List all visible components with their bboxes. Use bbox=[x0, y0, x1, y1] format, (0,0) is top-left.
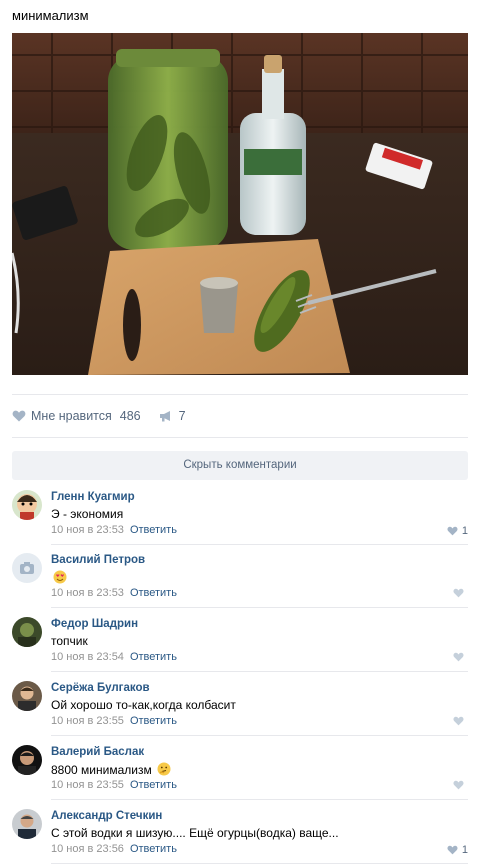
comment-text: 8800 минимализм bbox=[51, 762, 171, 777]
camera-icon bbox=[12, 553, 42, 583]
comment-like-button[interactable] bbox=[453, 780, 468, 790]
comment-author[interactable]: Федор Шадрин bbox=[51, 618, 138, 630]
cartoon-avatar-icon bbox=[12, 490, 42, 520]
avatar[interactable] bbox=[12, 809, 42, 839]
comment-meta: 10 ноя в 23:55 Ответить bbox=[51, 779, 177, 791]
heart-icon bbox=[453, 588, 464, 598]
comment-author[interactable]: Валерий Баслак bbox=[51, 746, 144, 758]
post-actions: Мне нравится 486 7 bbox=[12, 406, 186, 426]
heart-icon bbox=[453, 652, 464, 662]
comment-text: топчик bbox=[51, 634, 88, 648]
comment-author[interactable]: Василий Петров bbox=[51, 554, 145, 566]
heart-icon bbox=[453, 716, 464, 726]
comment-date[interactable]: 10 ноя в 23:55 bbox=[51, 779, 124, 791]
divider bbox=[51, 671, 468, 672]
comment-like-count: 1 bbox=[461, 525, 468, 537]
comment-text: Э - экономия bbox=[51, 507, 124, 521]
avatar[interactable] bbox=[12, 681, 42, 711]
photo-avatar-icon bbox=[12, 745, 42, 775]
comment-like-button[interactable] bbox=[453, 716, 468, 726]
comment-author[interactable]: Гленн Куагмир bbox=[51, 491, 135, 503]
hide-comments-button[interactable]: Скрыть комментарии bbox=[12, 451, 468, 480]
comment-meta: 10 ноя в 23:55 Ответить bbox=[51, 715, 177, 727]
post-photo[interactable] bbox=[12, 33, 468, 375]
divider bbox=[51, 735, 468, 736]
comment-like-button[interactable]: 1 bbox=[447, 844, 468, 856]
avatar[interactable] bbox=[12, 553, 42, 583]
avatar[interactable] bbox=[12, 617, 42, 647]
reply-button[interactable]: Ответить bbox=[130, 651, 177, 663]
reply-button[interactable]: Ответить bbox=[130, 587, 177, 599]
comment-like-count: 1 bbox=[461, 844, 468, 856]
divider bbox=[51, 799, 468, 800]
comment-date[interactable]: 10 ноя в 23:56 bbox=[51, 843, 124, 855]
comment-meta: 10 ноя в 23:53 Ответить bbox=[51, 524, 177, 536]
comment: Александр Стечкин С этой водки я шизую..… bbox=[12, 809, 468, 868]
avatar[interactable] bbox=[12, 490, 42, 520]
comment-date[interactable]: 10 ноя в 23:55 bbox=[51, 715, 124, 727]
comment-like-button[interactable] bbox=[453, 588, 468, 598]
share-count: 7 bbox=[178, 409, 186, 423]
heart-icon bbox=[453, 780, 464, 790]
heart-icon bbox=[12, 410, 26, 422]
reply-button[interactable]: Ответить bbox=[130, 843, 177, 855]
comment-date[interactable]: 10 ноя в 23:54 bbox=[51, 651, 124, 663]
megaphone-icon bbox=[159, 411, 170, 422]
comment-author[interactable]: Серёжа Булгаков bbox=[51, 682, 150, 694]
comment-meta: 10 ноя в 23:54 Ответить bbox=[51, 651, 177, 663]
heart-icon bbox=[447, 845, 458, 855]
photo-avatar-icon bbox=[12, 617, 42, 647]
comment-like-button[interactable]: 1 bbox=[447, 525, 468, 537]
like-count: 486 bbox=[119, 409, 141, 423]
reply-button[interactable]: Ответить bbox=[130, 524, 177, 536]
divider bbox=[51, 863, 468, 864]
comment-text: С этой водки я шизую.... Ещё огурцы(водк… bbox=[51, 826, 339, 840]
reply-button[interactable]: Ответить bbox=[130, 779, 177, 791]
divider bbox=[51, 607, 468, 608]
divider bbox=[12, 437, 468, 438]
share-button[interactable]: 7 bbox=[159, 409, 186, 423]
reply-button[interactable]: Ответить bbox=[130, 715, 177, 727]
comment-date[interactable]: 10 ноя в 23:53 bbox=[51, 587, 124, 599]
like-label: Мне нравится bbox=[31, 409, 112, 423]
photo-avatar-icon bbox=[12, 681, 42, 711]
divider bbox=[12, 394, 468, 395]
photo-avatar-icon bbox=[12, 809, 42, 839]
like-button[interactable]: Мне нравится 486 bbox=[12, 409, 141, 423]
comment-text bbox=[51, 570, 67, 585]
avatar[interactable] bbox=[12, 745, 42, 775]
divider bbox=[51, 544, 468, 545]
comment-text: Ой хорошо то-как,когда колбасит bbox=[51, 698, 236, 712]
comment-date[interactable]: 10 ноя в 23:53 bbox=[51, 524, 124, 536]
comment-text-content: 8800 минимализм bbox=[51, 763, 152, 777]
comment-like-button[interactable] bbox=[453, 652, 468, 662]
comment-meta: 10 ноя в 23:53 Ответить bbox=[51, 587, 177, 599]
heart-icon bbox=[447, 526, 458, 536]
pickles-photo-illustration bbox=[12, 33, 468, 375]
heart-eyes-emoji-icon bbox=[53, 570, 67, 584]
post-text: минимализм bbox=[12, 8, 89, 23]
comment-meta: 10 ноя в 23:56 Ответить bbox=[51, 843, 177, 855]
comment-author[interactable]: Александр Стечкин bbox=[51, 810, 162, 822]
thinking-emoji-icon bbox=[157, 762, 171, 776]
